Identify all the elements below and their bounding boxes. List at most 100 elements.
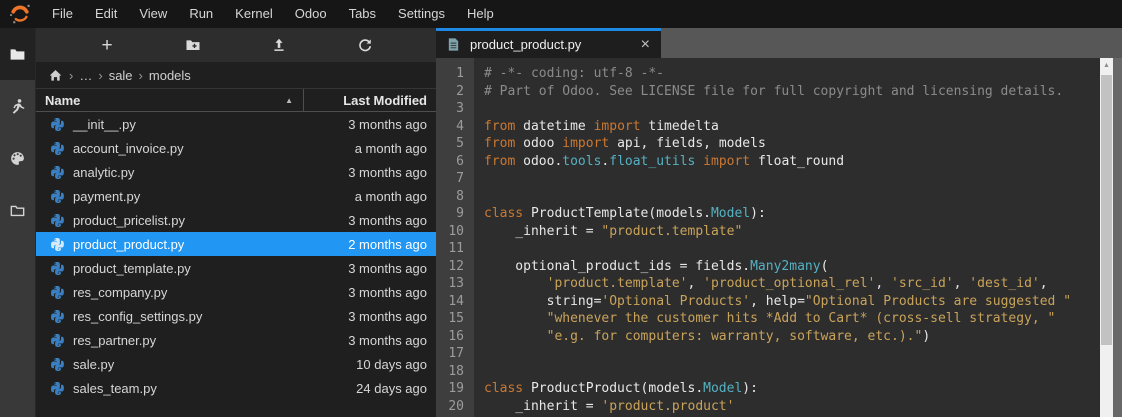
python-file-icon <box>50 117 64 131</box>
breadcrumb-separator: › <box>69 68 73 83</box>
python-file-icon <box>50 189 64 203</box>
code-line: _inherit = 'product.product' <box>484 398 1100 416</box>
column-header-name[interactable]: Name ▲ <box>36 89 304 111</box>
file-list-item[interactable]: res_company.py 3 months ago <box>36 280 436 304</box>
line-number: 7 <box>436 170 474 188</box>
file-modified: 2 months ago <box>348 237 436 252</box>
python-file-icon <box>50 381 64 395</box>
file-modified: 3 months ago <box>348 333 436 348</box>
editor-scrollbar[interactable]: ▲ <box>1100 58 1113 417</box>
menu-view[interactable]: View <box>128 0 178 28</box>
file-list-item[interactable]: payment.py a month ago <box>36 184 436 208</box>
menu-settings[interactable]: Settings <box>387 0 456 28</box>
menu-edit[interactable]: Edit <box>84 0 128 28</box>
file-name: product_template.py <box>73 261 348 276</box>
file-list-item[interactable]: account_invoice.py a month ago <box>36 136 436 160</box>
code-line: "whenever the customer hits *Add to Cart… <box>484 310 1100 328</box>
file-name: analytic.py <box>73 165 348 180</box>
sidebar-item-open-tabs[interactable] <box>0 184 35 236</box>
code-line: 'product.template', 'product_optional_re… <box>484 275 1100 293</box>
line-number: 10 <box>436 223 474 241</box>
jupyterlab-window: FileEditViewRunKernelOdooTabsSettingsHel… <box>0 0 1122 417</box>
file-modified: 3 months ago <box>348 285 436 300</box>
menubar: FileEditViewRunKernelOdooTabsSettingsHel… <box>0 0 1122 28</box>
plus-icon: + <box>101 36 112 55</box>
file-modified: 3 months ago <box>348 117 436 132</box>
file-list-item[interactable]: product_template.py 3 months ago <box>36 256 436 280</box>
file-modified: a month ago <box>355 141 436 156</box>
file-list-header: Name ▲ Last Modified <box>36 88 436 112</box>
code-line: _inherit = "product.template" <box>484 223 1100 241</box>
tab-product-product-py[interactable]: product_product.py × <box>436 28 661 58</box>
close-icon[interactable]: × <box>641 37 650 53</box>
line-number: 16 <box>436 328 474 346</box>
code-line <box>484 188 1100 206</box>
line-number: 14 <box>436 293 474 311</box>
file-list: __init__.py 3 months ago account_invoice… <box>36 112 436 417</box>
menu-help[interactable]: Help <box>456 0 505 28</box>
file-name: res_partner.py <box>73 333 348 348</box>
refresh-icon <box>357 37 373 53</box>
line-number: 11 <box>436 240 474 258</box>
code-line: # Part of Odoo. See LICENSE file for ful… <box>484 83 1100 101</box>
code-line: class ProductTemplate(models.Model): <box>484 205 1100 223</box>
sidebar-item-command-palette[interactable] <box>0 132 35 184</box>
menu-odoo[interactable]: Odoo <box>284 0 338 28</box>
upload-icon <box>271 37 287 53</box>
menu-file[interactable]: File <box>41 0 84 28</box>
file-name: sales_team.py <box>73 381 356 396</box>
code-line: from odoo.tools.float_utils import float… <box>484 153 1100 171</box>
file-modified: 3 months ago <box>348 165 436 180</box>
home-icon[interactable] <box>48 68 63 83</box>
line-number: 12 <box>436 258 474 276</box>
line-number: 6 <box>436 153 474 171</box>
code-line: string='Optional Products', help="Option… <box>484 293 1100 311</box>
python-file-icon <box>50 285 64 299</box>
breadcrumb-segment[interactable]: sale <box>109 68 133 83</box>
file-list-item[interactable]: res_partner.py 3 months ago <box>36 328 436 352</box>
menu-kernel[interactable]: Kernel <box>224 0 284 28</box>
refresh-button[interactable] <box>352 32 378 58</box>
sidebar-item-running-sessions[interactable] <box>0 80 35 132</box>
breadcrumb-segment: models <box>149 68 191 83</box>
menu-run[interactable]: Run <box>178 0 224 28</box>
upload-button[interactable] <box>266 32 292 58</box>
scrollbar-thumb[interactable] <box>1101 75 1112 345</box>
line-number: 19 <box>436 380 474 398</box>
new-launcher-button[interactable]: + <box>94 32 120 58</box>
breadcrumb-segment[interactable]: … <box>79 68 92 83</box>
file-list-item[interactable]: sales_team.py 24 days ago <box>36 376 436 400</box>
file-list-item[interactable]: product_product.py 2 months ago <box>36 232 436 256</box>
sidebar-item-file-browser[interactable] <box>0 28 35 80</box>
sort-ascending-icon: ▲ <box>285 96 293 105</box>
code-content[interactable]: # -*- coding: utf-8 -*-# Part of Odoo. S… <box>474 58 1100 417</box>
line-number: 5 <box>436 135 474 153</box>
file-list-item[interactable]: product_pricelist.py 3 months ago <box>36 208 436 232</box>
python-file-icon <box>50 165 64 179</box>
file-list-item[interactable]: analytic.py 3 months ago <box>36 160 436 184</box>
code-line: "e.g. for computers: warranty, software,… <box>484 328 1100 346</box>
code-editor[interactable]: 123456789101112131415161718192021 # -*- … <box>436 58 1122 417</box>
code-line: # -*- coding: utf-8 -*- <box>484 65 1100 83</box>
file-name: product_product.py <box>73 237 348 252</box>
column-header-last-modified[interactable]: Last Modified <box>304 93 436 108</box>
file-list-item[interactable]: __init__.py 3 months ago <box>36 112 436 136</box>
file-name: res_company.py <box>73 285 348 300</box>
python-file-icon <box>50 333 64 347</box>
tab-title: product_product.py <box>470 37 641 52</box>
file-browser-toolbar: + <box>36 28 436 62</box>
line-number: 9 <box>436 205 474 223</box>
new-folder-button[interactable] <box>180 32 206 58</box>
file-name: product_pricelist.py <box>73 213 348 228</box>
file-name: __init__.py <box>73 117 348 132</box>
code-line: class ProductProduct(models.Model): <box>484 380 1100 398</box>
tabs-icon <box>9 202 26 219</box>
file-list-item[interactable]: sale.py 10 days ago <box>36 352 436 376</box>
menu-tabs[interactable]: Tabs <box>338 0 387 28</box>
app-logo-icon <box>9 3 31 25</box>
file-list-item[interactable]: res_config_settings.py 3 months ago <box>36 304 436 328</box>
file-modified: 3 months ago <box>348 213 436 228</box>
line-number: 8 <box>436 188 474 206</box>
window-edge-strip <box>1113 58 1122 417</box>
scrollbar-up-arrow-icon[interactable]: ▲ <box>1100 58 1113 72</box>
